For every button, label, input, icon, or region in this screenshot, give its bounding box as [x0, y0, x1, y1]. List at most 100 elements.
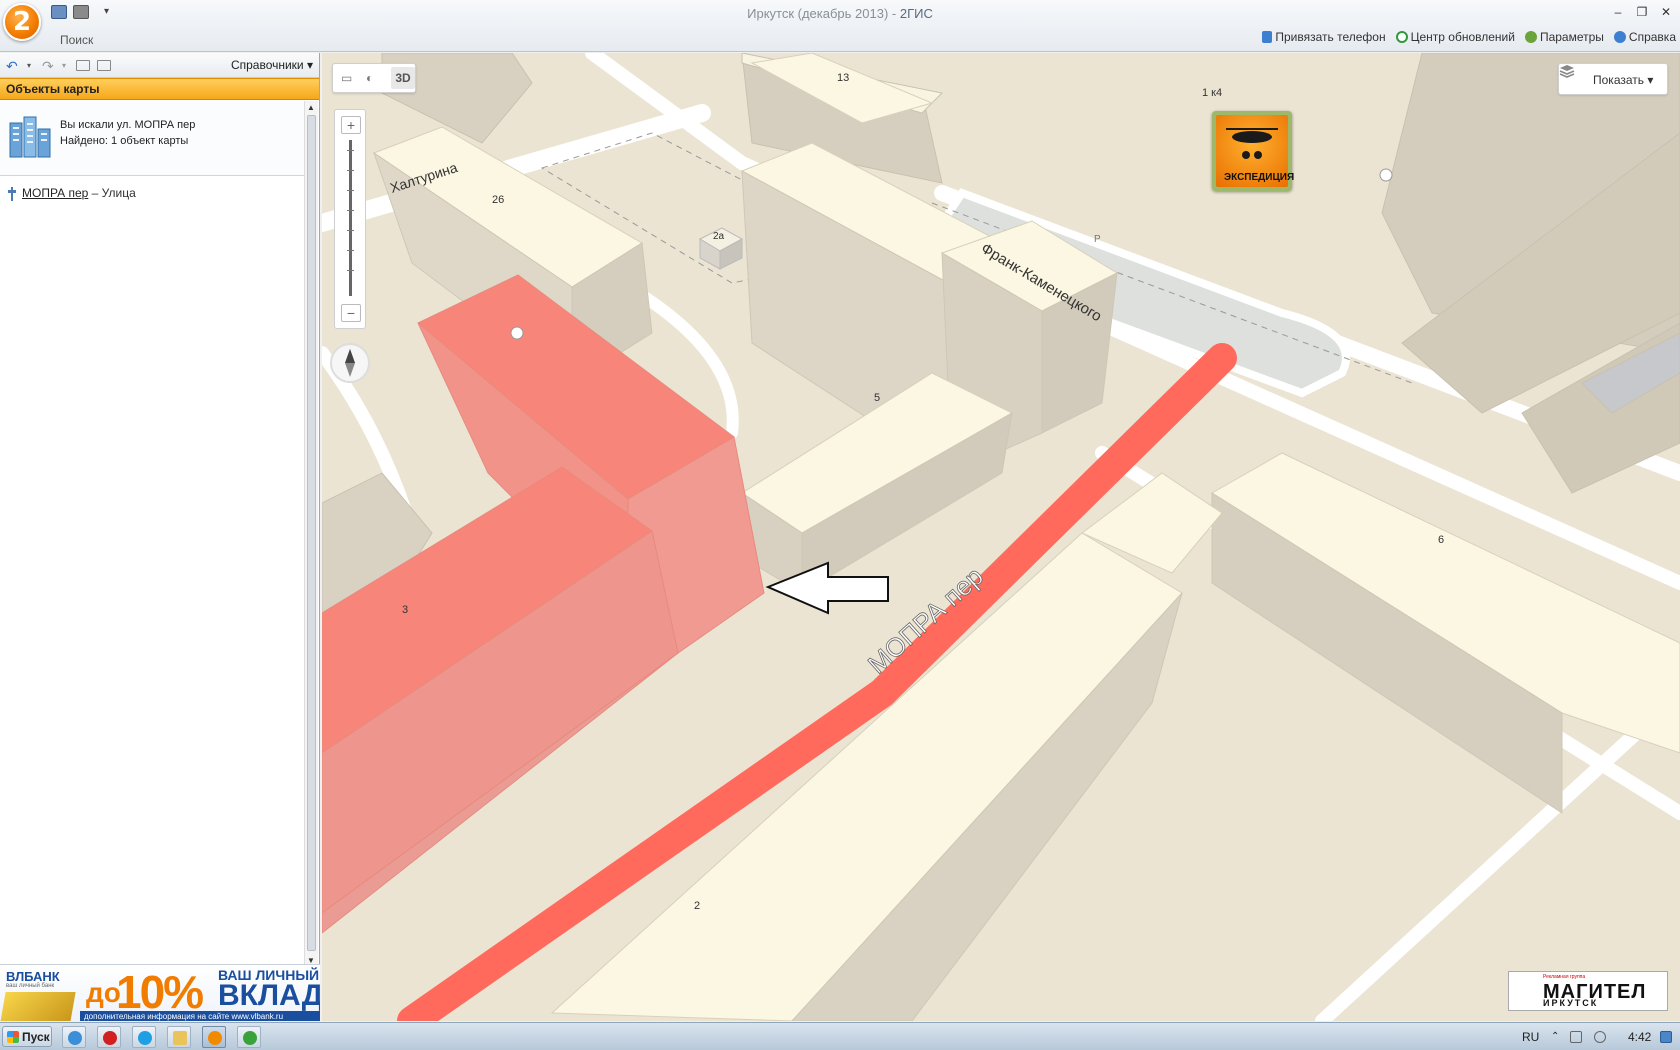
start-label: Пуск — [22, 1030, 50, 1044]
settings-link[interactable]: Параметры — [1524, 30, 1604, 44]
update-center-label: Центр обновлений — [1410, 30, 1515, 44]
parking-label: Р — [1094, 234, 1101, 245]
compass-icon — [345, 349, 355, 377]
media-icon — [243, 1031, 257, 1045]
forward-dropdown-icon[interactable]: ▾ — [62, 61, 66, 70]
left-panel: ↶ ▾ ↷ ▾ Справочники ▾ Объекты карты Вы и… — [0, 53, 320, 1021]
results-list: Вы искали ул. МОПРА пер Найдено: 1 объек… — [0, 101, 304, 967]
help-link[interactable]: Справка — [1613, 30, 1676, 44]
taskbar-media[interactable] — [237, 1026, 261, 1048]
shop-poi-icon[interactable] — [1379, 168, 1393, 182]
tray-language[interactable]: RU — [1522, 1030, 1539, 1044]
ad-bottom-text: дополнительная информация на сайте www.v… — [80, 1011, 320, 1021]
building-label-3: 3 — [402, 604, 408, 616]
scroll-thumb[interactable] — [307, 115, 316, 951]
ie-icon — [68, 1031, 82, 1045]
building-label-26: 26 — [492, 194, 504, 206]
settings-label: Параметры — [1539, 30, 1604, 44]
map-objects-header: Объекты карты — [0, 78, 319, 100]
zoom-tick — [347, 210, 354, 211]
show-desktop-icon[interactable] — [1660, 1031, 1672, 1043]
zoom-tick — [347, 250, 354, 251]
result-item-mopra[interactable]: МОПРА пер – Улица — [8, 186, 136, 201]
magitel-city: ИРКУТСК — [1543, 998, 1599, 1008]
scroll-up-icon[interactable]: ▲ — [307, 103, 315, 112]
2gis-icon — [208, 1031, 222, 1045]
show-label: Показать ▾ — [1593, 73, 1654, 87]
expand-icon[interactable] — [97, 60, 111, 71]
radius-icon[interactable]: ◐ — [366, 71, 373, 85]
minimize-button[interactable]: – — [1608, 4, 1628, 20]
folder-icon — [173, 1031, 187, 1045]
show-layers-button[interactable]: Показать ▾ — [1558, 63, 1668, 95]
tray-expand-icon[interactable]: ⌃ — [1551, 1031, 1563, 1043]
taskbar-2gis[interactable] — [202, 1026, 226, 1048]
bind-phone-link[interactable]: Привязать телефон — [1262, 30, 1386, 44]
expedition-label: ЭКСПЕДИЦИЯ — [1224, 172, 1295, 183]
forward-icon[interactable]: ↷ — [42, 58, 54, 75]
ad-logo-sub: ваш личный банк — [6, 983, 55, 989]
search-summary: Вы искали ул. МОПРА пер Найдено: 1 объек… — [0, 101, 304, 176]
help-icon — [1613, 31, 1626, 43]
building-label-5: 5 — [874, 392, 880, 404]
update-center-link[interactable]: Центр обновлений — [1395, 30, 1515, 44]
street-pin-icon — [8, 186, 16, 201]
tray-network-icon[interactable] — [1570, 1031, 1582, 1043]
restore-button[interactable]: ❐ — [1632, 4, 1652, 20]
zoom-tick — [347, 170, 354, 171]
back-dropdown-icon[interactable]: ▾ — [27, 61, 31, 70]
zoom-tick — [347, 270, 354, 271]
result-name-link[interactable]: МОПРА пер — [22, 186, 88, 200]
expedition-logo-icon: ЭКСПЕДИЦИЯ — [1216, 115, 1294, 187]
collapse-icon[interactable] — [76, 60, 90, 71]
building-label-2a: 2а — [713, 231, 725, 242]
search-count-text: Найдено: 1 объект карты — [60, 135, 189, 147]
ruler-icon[interactable]: ▭ — [341, 71, 352, 85]
start-button[interactable]: Пуск — [2, 1026, 52, 1047]
taskbar-opera[interactable] — [97, 1026, 121, 1048]
compass-control[interactable] — [330, 343, 370, 383]
window-title-brand: 2ГИС — [899, 6, 933, 21]
skype-icon — [138, 1031, 152, 1045]
zoom-slider-track[interactable] — [349, 140, 352, 296]
buildings-icon — [9, 116, 51, 158]
windows-logo-icon — [7, 1031, 19, 1043]
magitel-logo[interactable]: Рекламная группа МАГИТЕЛ ИРКУТСК — [1508, 971, 1668, 1011]
gear-icon — [1524, 31, 1537, 43]
opera-icon — [103, 1031, 117, 1045]
taskbar: Пуск RU ⌃ 4:42 — [0, 1022, 1680, 1050]
address-label-1k4: 1 к4 — [1202, 87, 1223, 99]
taskbar-ie[interactable] — [62, 1026, 86, 1048]
map-view[interactable]: 13 26 2а 5 3 6 2 Р Халтурина Франк-Камен… — [322, 53, 1680, 1021]
back-icon[interactable]: ↶ — [6, 58, 18, 75]
zoom-tick — [347, 190, 354, 191]
map-canvas[interactable]: 13 26 2а 5 3 6 2 Р Халтурина Франк-Камен… — [322, 53, 1680, 1021]
left-toolbar: ↶ ▾ ↷ ▾ Справочники ▾ — [0, 53, 319, 78]
expedition-marker[interactable]: ЭКСПЕДИЦИЯ — [1212, 111, 1294, 191]
taskbar-skype[interactable] — [132, 1026, 156, 1048]
vlbank-ad-banner[interactable]: ВЛБАНК ваш личный банк до 10% ВАШ ЛИЧНЫЙ… — [0, 964, 320, 1021]
tab-search[interactable]: Поиск — [60, 33, 93, 47]
gold-bars-image — [0, 992, 76, 1021]
tray-volume-icon[interactable] — [1594, 1031, 1606, 1043]
building-label-2: 2 — [694, 900, 700, 912]
building-label-13: 13 — [837, 72, 849, 84]
window-title-text: Иркутск (декабрь 2013) - — [747, 6, 900, 21]
close-button[interactable]: ✕ — [1656, 4, 1676, 20]
layers-icon — [1559, 65, 1575, 78]
directories-label: Справочники — [230, 58, 304, 72]
3d-toggle-button[interactable]: 3D — [391, 67, 415, 89]
results-scrollbar[interactable]: ▲ ▼ — [304, 101, 318, 967]
directories-dropdown[interactable]: Справочники ▾ — [231, 58, 313, 72]
ad-logo: ВЛБАНК — [6, 969, 60, 984]
magitel-top: Рекламная группа — [1543, 974, 1586, 980]
result-type: – Улица — [88, 186, 136, 200]
zoom-out-button[interactable]: − — [341, 304, 361, 322]
phone-icon — [1262, 31, 1273, 43]
map-tools: ▭ ◐ 3D — [332, 63, 416, 93]
zoom-control: + − — [334, 109, 366, 329]
poi-icon[interactable] — [510, 326, 524, 340]
taskbar-explorer[interactable] — [167, 1026, 191, 1048]
zoom-in-button[interactable]: + — [341, 116, 361, 134]
tray-clock[interactable]: 4:42 — [1628, 1030, 1651, 1044]
